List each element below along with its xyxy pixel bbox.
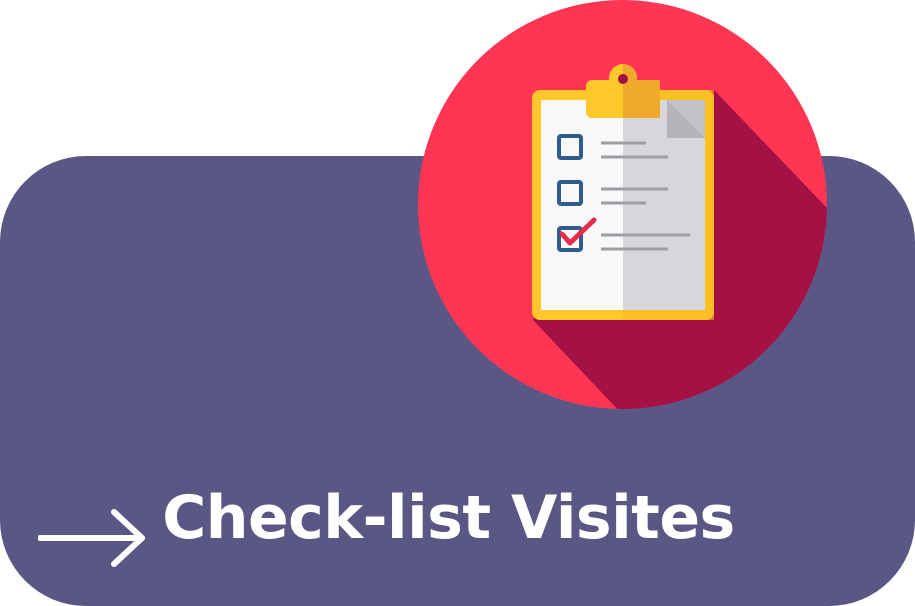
clipboard-checklist-icon — [418, 0, 827, 409]
clipboard — [532, 64, 714, 320]
card-title: Check-list Visites — [162, 483, 735, 553]
checklist-visits-tile: Check-list Visites — [0, 0, 915, 606]
